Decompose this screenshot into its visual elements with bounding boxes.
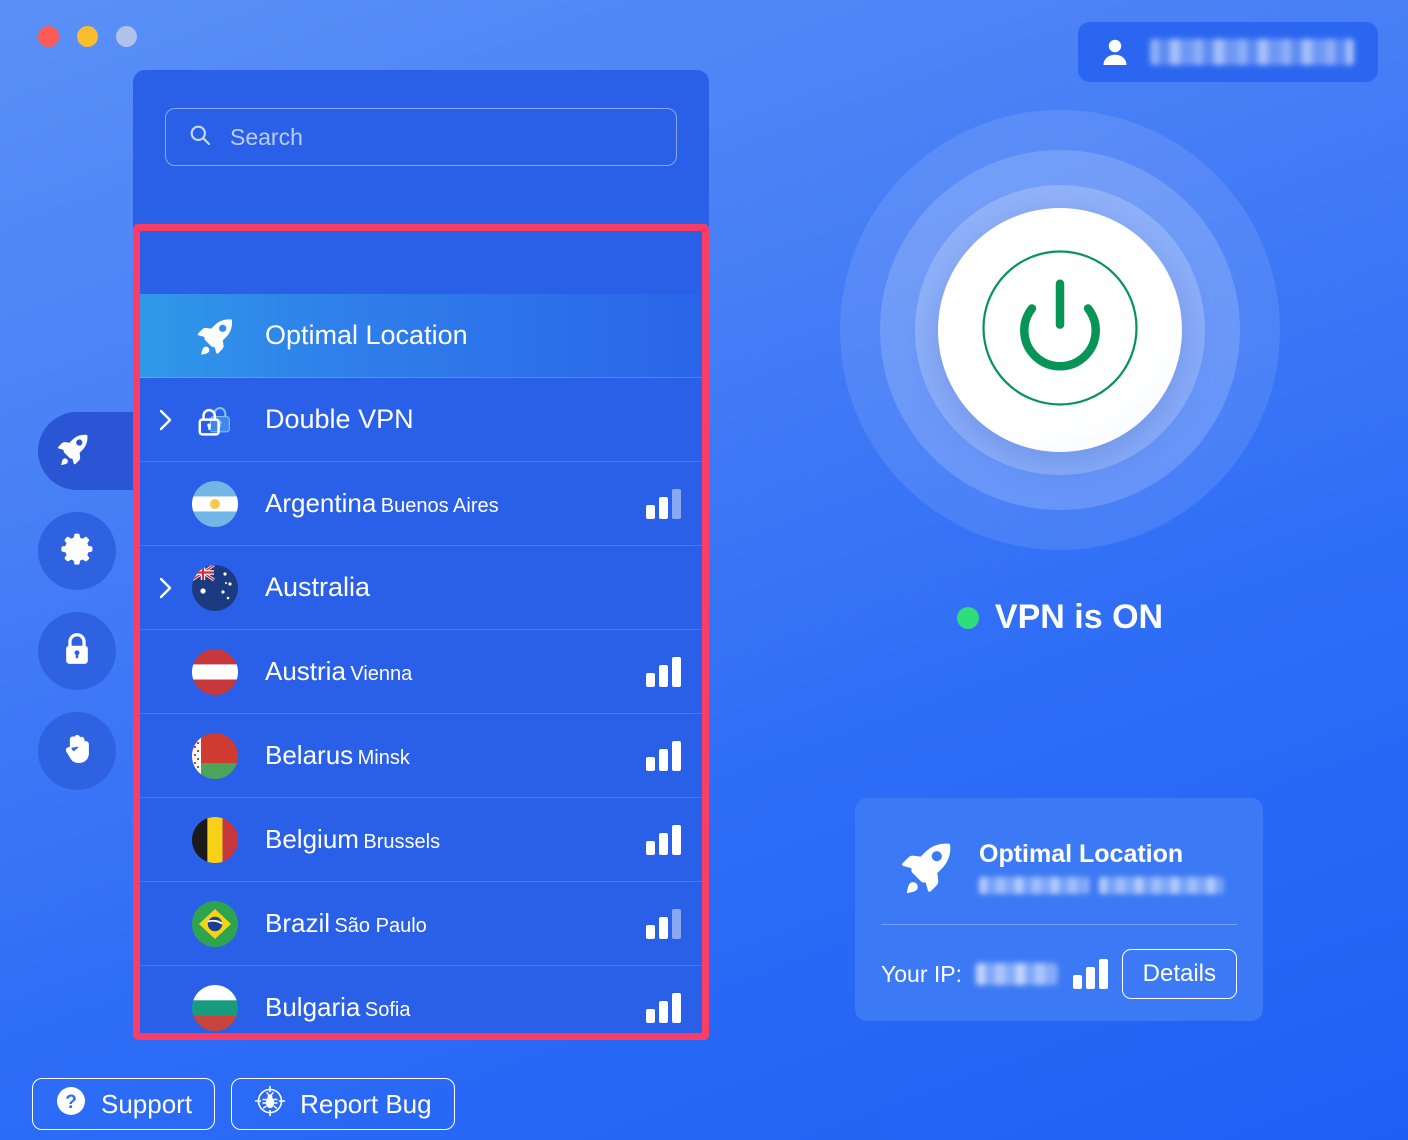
report-bug-button[interactable]: Report Bug (231, 1078, 455, 1130)
list-item-bulgaria[interactable]: Bulgaria Sofia (133, 966, 709, 1038)
list-item-text: Belarus Minsk (265, 739, 646, 771)
search-area (133, 70, 709, 194)
support-button[interactable]: ? Support (32, 1078, 216, 1130)
bug-target-icon (254, 1085, 286, 1124)
rocket-icon (189, 310, 241, 362)
list-item-city: Minsk (357, 746, 410, 769)
list-item-city: Buenos Aires (380, 494, 499, 517)
rocket-icon (54, 430, 92, 473)
list-item-optimal-location[interactable]: Optimal Location (133, 294, 709, 378)
sidebar-item-settings[interactable] (38, 512, 116, 590)
list-item-text: Bulgaria Sofia (265, 991, 646, 1023)
ip-label: Your IP: (881, 960, 962, 987)
search-input[interactable] (230, 123, 654, 151)
list-item-city: São Paulo (334, 914, 427, 937)
list-item-title: Brazil (265, 907, 331, 938)
search-icon (188, 123, 212, 152)
list-item-argentina[interactable]: Argentina Buenos Aires (133, 462, 709, 546)
details-button[interactable]: Details (1121, 949, 1237, 999)
list-item-double-vpn[interactable]: Double VPN (133, 378, 709, 462)
list-item-belgium[interactable]: Belgium Brussels (133, 798, 709, 882)
signal-strength-icon (1072, 959, 1108, 989)
location-panel: Optimal Location (133, 70, 709, 1038)
list-item-belarus[interactable]: Belarus Minsk (133, 714, 709, 798)
signal-strength-icon (646, 992, 681, 1023)
chevron-right-icon[interactable] (153, 575, 179, 601)
list-item-city: Brussels (363, 830, 441, 853)
list-item-text: Belgium Brussels (265, 823, 646, 855)
vpn-app-window: Optimal Location (0, 0, 1408, 1140)
flag-icon-argentina (189, 478, 241, 530)
person-icon (1102, 38, 1128, 66)
list-item-brazil[interactable]: Brazil São Paulo (133, 882, 709, 966)
list-item-text: Argentina Buenos Aires (265, 487, 646, 519)
card-location-subtitle-redacted (979, 877, 1224, 894)
signal-strength-icon (646, 488, 681, 519)
card-location-row[interactable]: Optimal Location (881, 824, 1237, 924)
gear-icon (58, 530, 96, 573)
account-email-redacted (1150, 39, 1354, 65)
list-item-text: Brazil São Paulo (265, 907, 646, 939)
chevron-right-icon[interactable] (153, 407, 179, 433)
flag-icon-bulgaria (189, 982, 241, 1034)
connection-info-card: Optimal Location Your IP: Details (855, 798, 1263, 1021)
list-item-title: Double VPN (265, 403, 414, 434)
list-item-city: Sofia (364, 998, 411, 1021)
rocket-icon (895, 836, 957, 898)
status-dot (956, 606, 979, 629)
list-item-text: Double VPN (265, 404, 681, 435)
lock-icon (58, 630, 96, 673)
list-item-city: Vienna (350, 662, 413, 685)
window-controls (38, 26, 137, 47)
bottom-bar: ? Support Report Bug (32, 1078, 455, 1130)
location-list[interactable]: Optimal Location Double VPN Argentina Bu… (133, 294, 709, 1038)
sidebar-item-locations[interactable] (38, 412, 146, 490)
list-item-title: Belgium (265, 823, 359, 854)
question-circle-icon: ? (55, 1085, 87, 1124)
list-item-text: Optimal Location (265, 320, 681, 351)
report-bug-label: Report Bug (300, 1088, 432, 1119)
sidebar-nav (38, 412, 146, 790)
list-item-title: Austria (265, 655, 346, 686)
account-chip[interactable] (1078, 22, 1378, 82)
hand-icon (58, 730, 96, 773)
list-item-title: Australia (265, 571, 371, 602)
close-button[interactable] (38, 26, 59, 47)
zoom-button[interactable] (116, 26, 137, 47)
status-text: VPN is ON (994, 598, 1164, 636)
list-item-title: Bulgaria (265, 991, 361, 1022)
power-toggle-button[interactable] (938, 208, 1182, 452)
ip-value-redacted (975, 963, 1057, 985)
svg-text:?: ? (65, 1092, 77, 1113)
power-glow-rings (840, 110, 1280, 550)
flag-icon-belarus (189, 730, 241, 782)
list-item-title: Argentina (265, 487, 377, 518)
sidebar-item-blocker[interactable] (38, 712, 116, 790)
list-item-text: Austria Vienna (265, 655, 646, 687)
flag-icon-australia (189, 562, 241, 614)
vpn-power-area: VPN is ON (760, 110, 1360, 750)
card-ip-row: Your IP: Details (881, 925, 1237, 999)
search-box[interactable] (165, 108, 677, 166)
list-item-title: Optimal Location (265, 319, 468, 350)
card-location-text: Optimal Location (979, 840, 1224, 894)
power-icon (975, 243, 1145, 418)
list-item-text: Australia (265, 572, 681, 603)
list-item-australia[interactable]: Australia (133, 546, 709, 630)
signal-strength-icon (646, 740, 681, 771)
double-lock-icon (189, 394, 241, 446)
support-label: Support (101, 1088, 193, 1119)
sidebar-item-security[interactable] (38, 612, 116, 690)
list-item-title: Belarus (265, 739, 354, 770)
card-location-title: Optimal Location (979, 840, 1184, 868)
signal-strength-icon (646, 656, 681, 687)
flag-icon-belgium (189, 814, 241, 866)
list-item-austria[interactable]: Austria Vienna (133, 630, 709, 714)
flag-icon-austria (189, 646, 241, 698)
signal-strength-icon (646, 824, 681, 855)
vpn-status: VPN is ON (956, 598, 1164, 637)
signal-strength-icon (646, 908, 681, 939)
minimize-button[interactable] (77, 26, 98, 47)
flag-icon-brazil (189, 898, 241, 950)
